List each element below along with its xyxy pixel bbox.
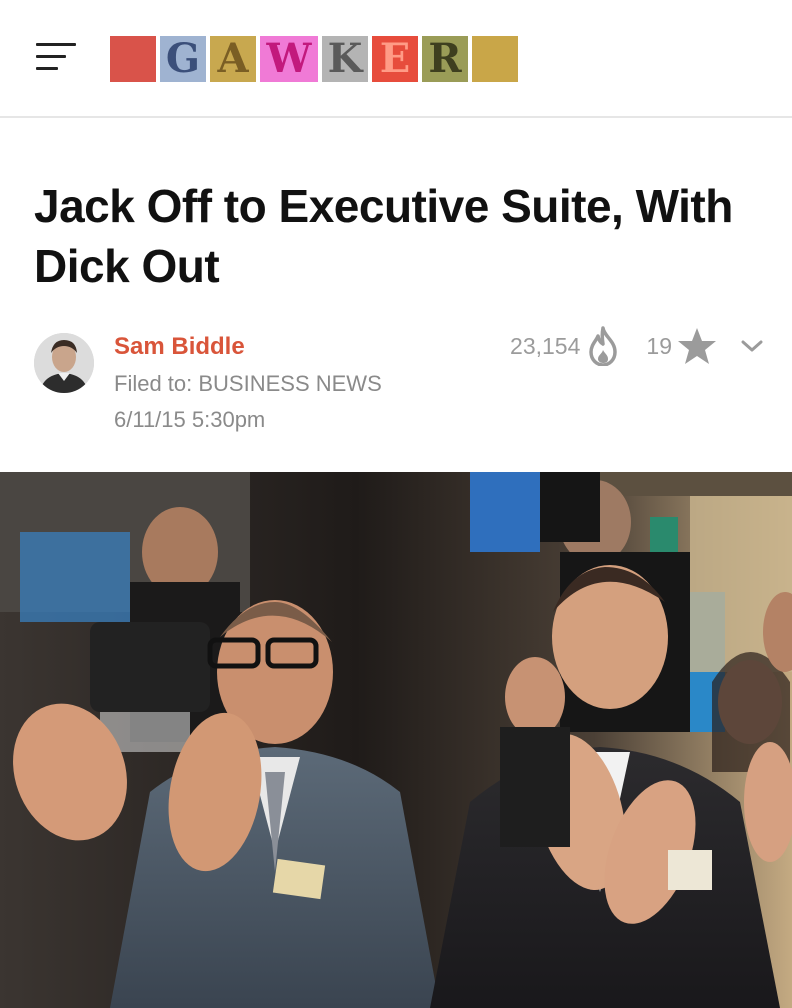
filed-prefix: Filed to: [114,371,199,396]
gawker-logo[interactable]: GAWKER [110,36,518,82]
avatar-portrait [34,333,94,393]
menu-line [36,55,66,58]
article-stats: 23,154 19 [510,325,764,367]
site-header: GAWKER [0,0,792,118]
star-icon[interactable] [676,326,718,366]
chevron-down-icon[interactable] [740,338,764,354]
logo-color-block [110,36,156,82]
author-name[interactable]: Sam Biddle [114,333,245,361]
hamburger-menu-icon[interactable] [36,40,80,74]
category-link[interactable]: BUSINESS NEWS [198,371,381,396]
star-count: 19 [646,332,672,359]
logo-letter-r: R [422,36,468,82]
logo-color-block [472,36,518,82]
publish-date[interactable]: 6/11/15 5:30pm [114,407,265,433]
flame-icon [588,326,618,366]
logo-letter-w: W [260,36,318,82]
logo-letter-k: K [322,36,368,82]
logo-letter-g: G [160,36,206,82]
logo-letter-e: E [372,36,418,82]
article-title: Jack Off to Executive Suite, With Dick O… [34,180,733,292]
article-hero-image [0,472,792,1008]
logo-letter-a: A [210,36,256,82]
filed-to: Filed to: BUSINESS NEWS [114,371,382,397]
author-avatar[interactable] [34,333,94,393]
menu-line [36,67,58,70]
view-count: 23,154 [510,332,581,359]
photo-illustration [0,472,792,1008]
menu-line [36,43,76,46]
